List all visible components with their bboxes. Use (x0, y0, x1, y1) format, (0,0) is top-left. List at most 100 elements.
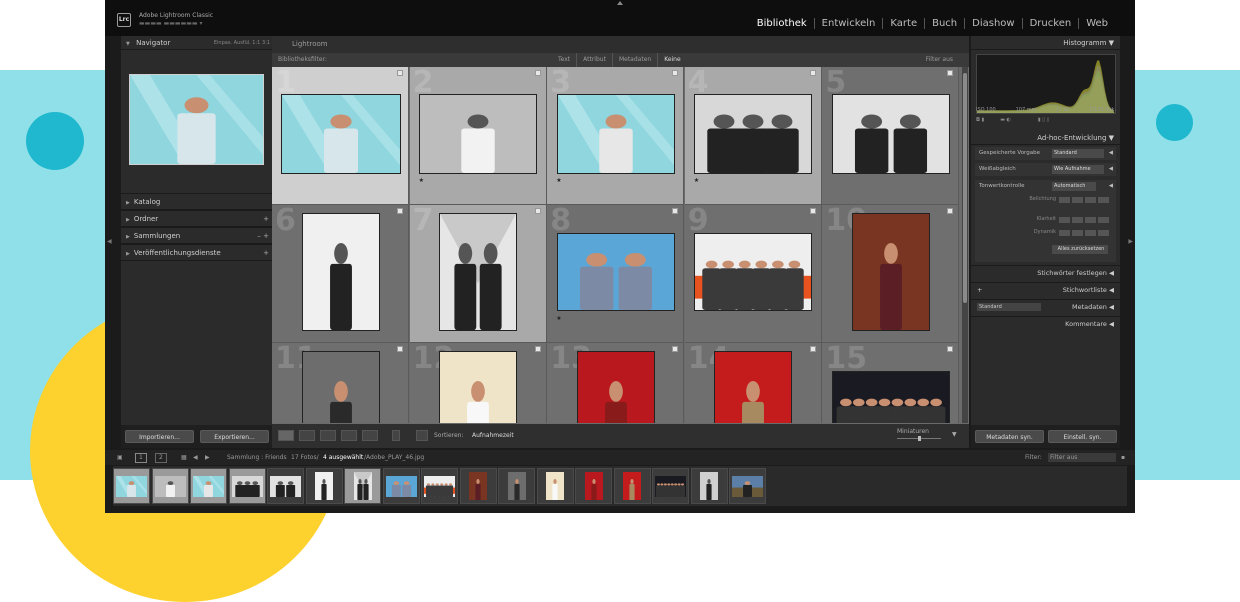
grid-cell[interactable]: 5 (822, 67, 960, 205)
grid-cell[interactable]: 3 ★ (547, 67, 685, 205)
grid-cell[interactable]: 1 (272, 67, 409, 205)
grid-cell[interactable]: 8 ★ (547, 205, 685, 343)
exposure-minus-big[interactable] (1059, 197, 1070, 203)
flag-badge-icon[interactable] (809, 208, 816, 214)
vibrance-plus[interactable] (1085, 230, 1096, 236)
reset-all-button[interactable]: Alles zurücksetzen (1052, 245, 1108, 254)
filmstrip-thumbnail[interactable] (385, 475, 417, 497)
filmstrip-cell[interactable] (190, 468, 227, 504)
photo-thumbnail[interactable] (280, 94, 401, 174)
rating-star-icon[interactable]: ★ (694, 177, 699, 184)
flag-badge-icon[interactable] (672, 208, 679, 214)
clarity-plus-big[interactable] (1098, 217, 1109, 223)
filmstrip-cell[interactable] (228, 468, 266, 504)
comments-header[interactable]: Kommentare ◀ (971, 316, 1120, 330)
filmstrip-filter-select[interactable]: Filter aus (1048, 453, 1116, 462)
second-window-button[interactable]: 2 (155, 453, 167, 463)
photo-thumbnail[interactable] (419, 94, 538, 174)
filmstrip-thumbnail[interactable] (270, 475, 301, 497)
flag-badge-icon[interactable] (534, 70, 541, 76)
filmstrip-cell[interactable] (344, 468, 381, 504)
grid-cell[interactable]: 14 (684, 343, 822, 423)
filmstrip-cell[interactable] (305, 468, 343, 504)
export-button[interactable]: Exportieren... (200, 430, 269, 443)
add-keyword-icon[interactable]: + (977, 283, 982, 297)
grid-view-icon[interactable] (278, 430, 294, 441)
grid-scrollbar[interactable] (962, 67, 968, 423)
flag-badge-icon[interactable] (947, 70, 954, 76)
right-panel-toggle-icon[interactable]: ▶ (1128, 238, 1133, 245)
filmstrip-cell[interactable] (613, 468, 651, 504)
vibrance-minus[interactable] (1072, 230, 1083, 236)
filter-mode-2[interactable]: Metadaten (611, 53, 657, 67)
filmstrip-cell[interactable] (421, 468, 458, 504)
filmstrip-thumbnail[interactable] (469, 472, 487, 500)
grid-cell[interactable]: 11 (272, 343, 409, 423)
filmstrip-cell[interactable] (498, 468, 535, 504)
metadata-header[interactable]: Standard Metadaten ◀ (971, 299, 1120, 313)
module-diashow[interactable]: Diashow (964, 18, 1021, 29)
add-icon[interactable]: – + (257, 228, 269, 245)
navigator-header[interactable]: ▼ Navigator Einpas. Ausfül. 1:1 3:1 (121, 36, 274, 50)
saved-preset-expand-icon[interactable]: ◀ (1109, 147, 1113, 160)
filter-mode-1[interactable]: Attribut (576, 53, 612, 67)
sort-select[interactable]: Aufnahmezeit (472, 432, 514, 439)
filmstrip-thumbnail[interactable] (424, 475, 455, 497)
filter-preset[interactable]: Filter aus (926, 53, 953, 67)
filmstrip-thumbnail[interactable] (732, 475, 763, 497)
back-arrow-icon[interactable]: ◀ (193, 450, 198, 465)
module-buch[interactable]: Buch (924, 18, 964, 29)
loupe-view-icon[interactable] (299, 430, 315, 441)
photo-thumbnail[interactable] (714, 351, 793, 423)
filmstrip-thumbnail[interactable] (193, 475, 224, 497)
filmstrip-thumbnail[interactable] (507, 472, 526, 500)
filmstrip-thumbnail[interactable] (353, 472, 372, 500)
module-bibliothek[interactable]: Bibliothek (750, 18, 814, 29)
sort-direction-icon[interactable] (416, 430, 428, 441)
vibrance-minus-big[interactable] (1059, 230, 1070, 236)
flag-badge-icon[interactable] (672, 346, 679, 352)
left-section-0[interactable]: ▶ Katalog (121, 193, 274, 210)
flag-badge-icon[interactable] (397, 346, 403, 352)
compare-view-icon[interactable] (320, 430, 336, 441)
scrollbar-thumb[interactable] (963, 73, 967, 303)
module-entwickeln[interactable]: Entwickeln (813, 18, 883, 29)
filter-mode-3[interactable]: Keine (657, 53, 687, 67)
exposure-plus[interactable] (1085, 197, 1096, 203)
rating-star-icon[interactable]: ★ (556, 177, 561, 184)
import-button[interactable]: Importieren... (125, 430, 194, 443)
grid-cell[interactable]: 7 (409, 205, 547, 343)
filmstrip-source[interactable]: Sammlung : Friends (227, 450, 287, 465)
filmstrip-cell[interactable] (267, 468, 304, 504)
main-window-button[interactable]: 1 (135, 453, 147, 463)
thumbnail-size-handle[interactable] (918, 436, 921, 441)
grid-cell[interactable]: 15 (822, 343, 960, 423)
add-icon[interactable]: + (263, 211, 269, 228)
filmstrip-cell[interactable] (729, 468, 766, 504)
keywording-header[interactable]: Stichwörter festlegen ◀ (971, 265, 1120, 279)
filmstrip-cell[interactable] (575, 468, 612, 504)
flag-badge-icon[interactable] (809, 70, 816, 76)
filmstrip-thumbnail[interactable] (116, 475, 147, 497)
photo-thumbnail[interactable] (694, 233, 813, 311)
exposure-minus[interactable] (1072, 197, 1083, 203)
flag-badge-icon[interactable] (672, 70, 679, 76)
rating-star-icon[interactable]: ★ (556, 315, 561, 322)
sync-metadata-button[interactable]: Metadaten syn. (975, 430, 1044, 443)
rating-star-icon[interactable]: ★ (419, 177, 424, 184)
white-balance-expand-icon[interactable]: ◀ (1109, 163, 1113, 176)
filmstrip-cell[interactable] (151, 468, 189, 504)
filter-mode-0[interactable]: Text (552, 53, 576, 67)
grid-cell[interactable]: 9 (684, 205, 822, 343)
flag-badge-icon[interactable] (397, 70, 403, 76)
filmstrip-thumbnail[interactable] (154, 475, 186, 497)
forward-arrow-icon[interactable]: ▶ (205, 450, 210, 465)
clarity-minus[interactable] (1072, 217, 1083, 223)
add-icon[interactable]: + (263, 245, 269, 262)
secondary-window-icon[interactable]: ▣ (117, 450, 123, 465)
vibrance-plus-big[interactable] (1098, 230, 1109, 236)
saved-preset-select[interactable]: Standard (1052, 149, 1104, 158)
tone-expand-icon[interactable]: ◀ (1109, 180, 1113, 193)
people-view-icon[interactable] (362, 430, 378, 441)
filmstrip-thumbnail[interactable] (546, 472, 564, 500)
